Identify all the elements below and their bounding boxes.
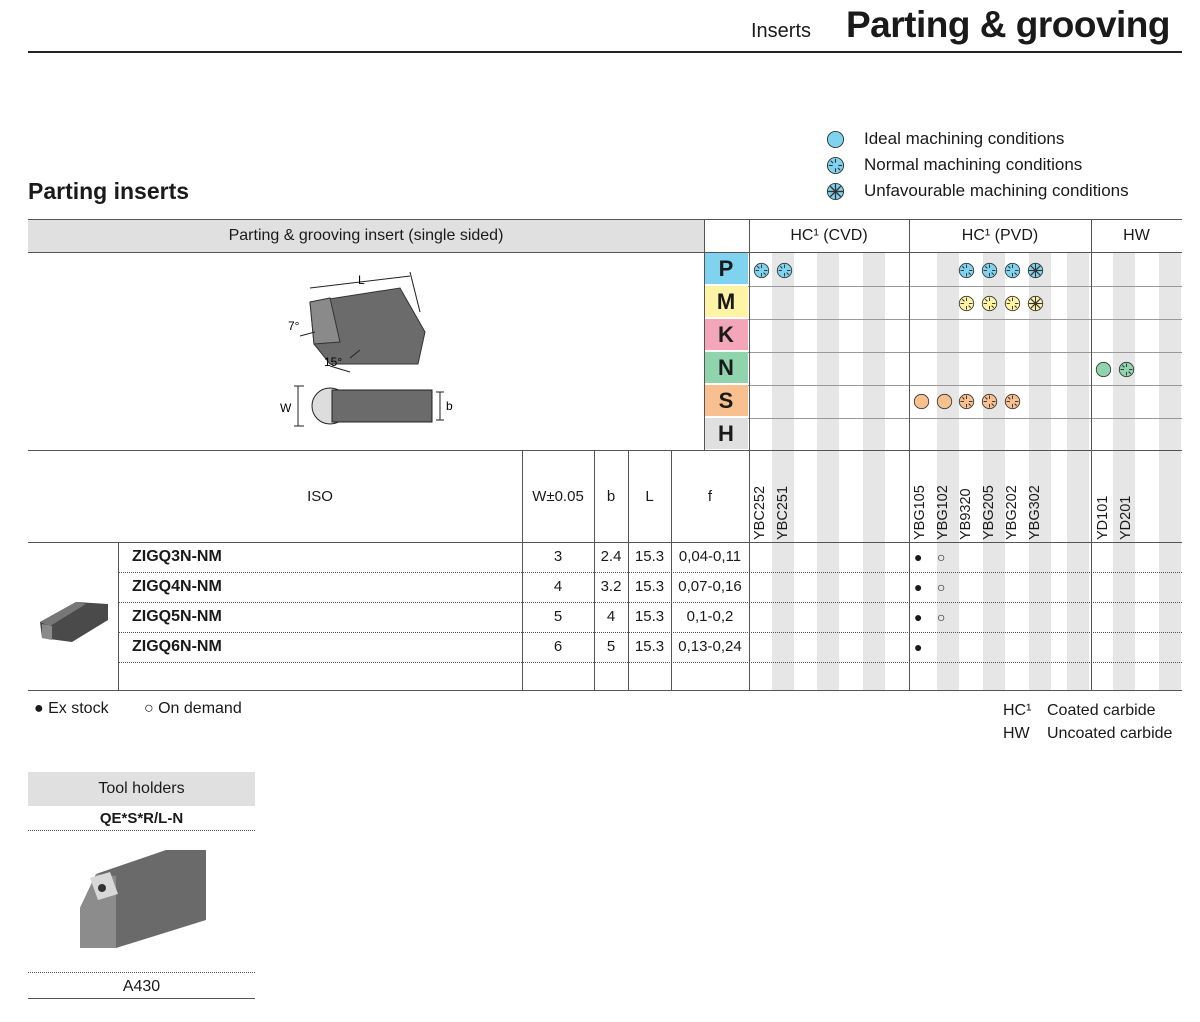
grade-label: YB9320 — [958, 488, 974, 540]
legend-unfavourable: Unfavourable machining conditions — [826, 180, 1129, 202]
normal-conditions-icon — [1004, 295, 1021, 312]
group-hc-cvd: HC¹ (CVD) — [790, 227, 868, 244]
col-f: f — [707, 488, 713, 505]
iso-code[interactable]: ZIGQ5N-NM — [132, 608, 222, 626]
feed-value: 0,07-0,16 — [678, 578, 742, 595]
ideal-conditions-icon — [1095, 361, 1112, 378]
legend-normal-label: Normal machining conditions — [864, 155, 1083, 174]
width-value: 4 — [553, 578, 563, 595]
grade-label: YBC252 — [752, 485, 768, 540]
iso-code[interactable]: ZIGQ6N-NM — [132, 638, 222, 656]
footnote-on-demand: ○ On demand — [144, 700, 242, 717]
insert-photo — [40, 602, 108, 642]
b-value: 3.2 — [600, 578, 622, 595]
normal-conditions-icon — [958, 262, 975, 279]
footnote-ex-stock: ● Ex stock — [34, 700, 109, 717]
material-k: K — [704, 319, 748, 350]
legend-ideal-label: Ideal machining conditions — [864, 129, 1065, 148]
b-value: 2.4 — [600, 548, 622, 565]
drawing-label-b: b — [446, 399, 453, 413]
ideal-conditions-icon — [936, 393, 953, 410]
insert-drawing: L 7° 15° W b — [280, 271, 453, 427]
col-w: W±0.05 — [532, 488, 584, 505]
unfavourable-conditions-icon — [826, 182, 845, 200]
footnote-hw-abbr: HW — [1003, 725, 1030, 742]
normal-conditions-icon — [826, 156, 845, 174]
normal-conditions-icon — [753, 262, 770, 279]
l-value: 15.3 — [634, 578, 665, 595]
normal-conditions-icon — [1004, 262, 1021, 279]
on-demand-marker: ○ — [937, 549, 946, 565]
section-title: Parting inserts — [28, 178, 190, 204]
grade-label: YD101 — [1095, 495, 1111, 540]
grade-label: YBG105 — [912, 485, 928, 540]
col-iso: ISO — [307, 488, 333, 505]
col-l: L — [645, 488, 654, 505]
on-demand-marker: ○ — [937, 579, 946, 595]
grade-label: YBG302 — [1027, 485, 1043, 540]
legend-unfavourable-label: Unfavourable machining conditions — [864, 181, 1129, 200]
normal-conditions-icon — [958, 295, 975, 312]
drawing-label-15: 15° — [324, 355, 342, 369]
normal-conditions-icon — [776, 262, 793, 279]
header-rule — [28, 51, 1182, 53]
table-title: Parting & grooving insert (single sided) — [228, 227, 504, 244]
feed-value: 0,1-0,2 — [686, 608, 734, 625]
l-value: 15.3 — [634, 548, 665, 565]
drawing-label-7: 7° — [288, 319, 300, 333]
ex-stock-marker: ● — [914, 639, 923, 655]
group-hw: HW — [1123, 227, 1150, 244]
legend-normal: Normal machining conditions — [826, 154, 1082, 176]
tool-holder-model[interactable]: QE*S*R/L-N — [28, 810, 255, 827]
ex-stock-marker: ● — [914, 579, 923, 595]
footnote-hc-text: Coated carbide — [1047, 702, 1156, 719]
normal-conditions-icon — [981, 262, 998, 279]
material-m: M — [704, 286, 748, 317]
grade-label: YD201 — [1118, 495, 1134, 540]
ideal-conditions-icon — [913, 393, 930, 410]
col-b: b — [606, 488, 616, 505]
feed-value: 0,04-0,11 — [678, 548, 742, 565]
width-value: 5 — [553, 608, 563, 625]
grade-label: YBG102 — [935, 485, 951, 540]
footnote-hw-text: Uncoated carbide — [1047, 725, 1173, 742]
material-p: P — [704, 253, 748, 284]
tool-holder-photo — [80, 850, 206, 948]
normal-conditions-icon — [981, 295, 998, 312]
ex-stock-marker: ● — [914, 609, 923, 625]
group-hc-pvd: HC¹ (PVD) — [961, 227, 1039, 244]
b-value: 4 — [606, 608, 616, 625]
normal-conditions-icon — [1004, 393, 1021, 410]
tool-holder-page-ref[interactable]: A430 — [28, 978, 255, 996]
width-value: 6 — [553, 638, 563, 655]
material-n: N — [704, 352, 748, 383]
grade-label: YBC251 — [775, 485, 791, 540]
b-value: 5 — [606, 638, 616, 655]
material-h: H — [704, 418, 748, 449]
iso-code[interactable]: ZIGQ3N-NM — [132, 548, 222, 566]
ideal-conditions-icon — [826, 130, 845, 148]
material-s: S — [704, 385, 748, 416]
iso-code[interactable]: ZIGQ4N-NM — [132, 578, 222, 596]
grade-label: YBG205 — [981, 485, 997, 540]
page-title: Parting & grooving — [846, 4, 1171, 45]
unfavourable-conditions-icon — [1027, 295, 1044, 312]
feed-value: 0,13-0,24 — [678, 638, 742, 655]
header-section: Inserts — [751, 20, 812, 42]
grade-label: YBG202 — [1004, 485, 1020, 540]
l-value: 15.3 — [634, 608, 665, 625]
width-value: 3 — [553, 548, 563, 565]
tool-holders-title: Tool holders — [98, 780, 185, 797]
drawing-label-l: L — [358, 273, 365, 287]
on-demand-marker: ○ — [937, 609, 946, 625]
l-value: 15.3 — [634, 638, 665, 655]
legend-ideal: Ideal machining conditions — [826, 128, 1064, 150]
normal-conditions-icon — [1118, 361, 1135, 378]
unfavourable-conditions-icon — [1027, 262, 1044, 279]
footnote-hc-abbr: HC¹ — [1003, 702, 1032, 719]
ex-stock-marker: ● — [914, 549, 923, 565]
normal-conditions-icon — [958, 393, 975, 410]
drawing-label-w: W — [280, 401, 292, 415]
normal-conditions-icon — [981, 393, 998, 410]
